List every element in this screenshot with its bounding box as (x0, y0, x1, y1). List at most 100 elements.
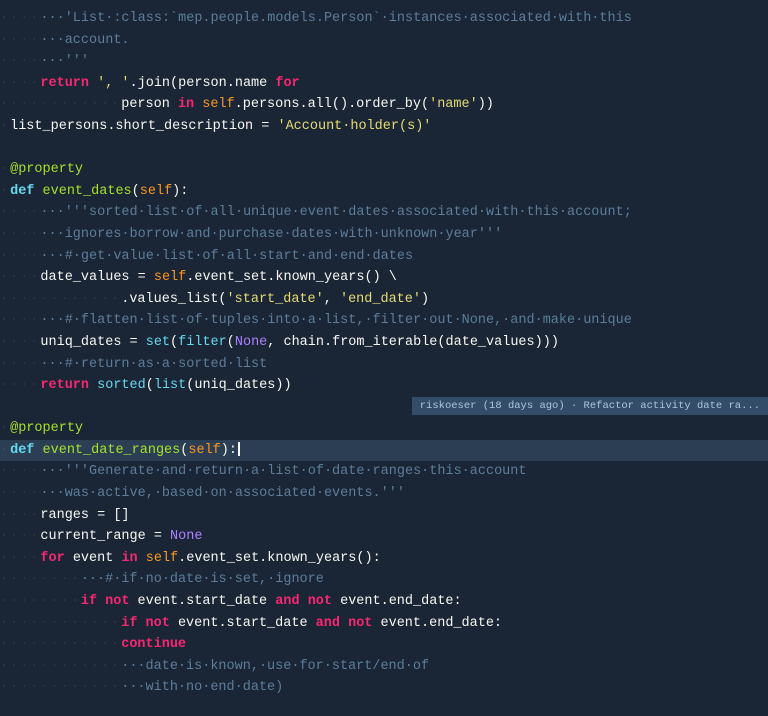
code-line: ···············date·is·known,·use·for·st… (0, 656, 768, 678)
token-plain: ( (146, 378, 154, 393)
code-line: ····uniq_dates = set(filter(None, chain.… (0, 332, 768, 354)
token-kw-not: not (308, 594, 332, 609)
code-line: ·@property (0, 159, 768, 181)
token-plain: = (121, 335, 145, 350)
token-kw-not: not (146, 616, 170, 631)
line-content: ·@property (0, 159, 768, 181)
token-plain: )) (478, 97, 494, 112)
token-plain: ): (172, 184, 188, 199)
code-line: ·······account. (0, 30, 768, 52)
line-content: ·······#·get·value·list·of·all·start·and… (0, 246, 768, 268)
line-content: ············person in self.persons.all()… (0, 94, 768, 116)
token-plain (340, 616, 348, 631)
line-content: ·······'''sorted·list·of·all·unique·even… (0, 202, 768, 224)
token-none-kw: None (170, 529, 202, 544)
line-content: ····date_values = self.event_set.known_y… (0, 267, 768, 289)
token-plain (137, 616, 145, 631)
token-plain: event.end_date: (332, 594, 462, 609)
line-content: ·def event_date_ranges(self): (0, 440, 768, 462)
token-string: ', ' (97, 76, 129, 91)
line-content: ············.values_list('start_date', '… (0, 289, 768, 311)
text-cursor (238, 442, 240, 456)
token-plain: .values_list( (121, 292, 226, 307)
token-plain: (uniq_dates)) (186, 378, 291, 393)
line-content: ·def event_dates(self): (0, 181, 768, 203)
token-plain: .name (227, 76, 276, 91)
code-line: riskoeser (18 days ago) · Refactor activ… (0, 397, 768, 419)
token-comment: ···with·no·end·date) (121, 680, 283, 695)
code-line: ············if not event.start_date and … (0, 613, 768, 635)
line-content: ·······#·flatten·list·of·tuples·into·a·l… (0, 310, 768, 332)
token-kw-return: return (40, 76, 89, 91)
token-plain (34, 443, 42, 458)
code-line: ············continue (0, 634, 768, 656)
token-variable: ranges (40, 508, 89, 523)
token-plain: .event_set.known_years() \ (186, 270, 397, 285)
code-line: ············.values_list('start_date', '… (0, 289, 768, 311)
line-content: ····for event in self.event_set.known_ye… (0, 548, 768, 570)
code-line: ·······'''sorted·list·of·all·unique·even… (0, 202, 768, 224)
code-line: ·list_persons.short_description = 'Accou… (0, 116, 768, 138)
line-content: ····return ', '.join(person.name for (0, 73, 768, 95)
code-line: ···········#·if·no·date·is·set,·ignore (0, 569, 768, 591)
token-variable: current_range (40, 529, 145, 544)
token-comment: ···#·return·as·a·sorted·list (40, 357, 267, 372)
code-editor: ·······'List·:class:`mep.people.models.P… (0, 0, 768, 716)
line-content: ·······was·active,·based·on·associated·e… (0, 483, 768, 505)
token-string: 'Account·holder(s)' (277, 119, 431, 134)
token-plain (170, 97, 178, 112)
token-variable: uniq_dates (40, 335, 121, 350)
token-kw-for: for (40, 551, 64, 566)
code-line: ····return sorted(list(uniq_dates)) (0, 375, 768, 397)
token-comment: ···#·if·no·date·is·set,·ignore (81, 572, 324, 587)
line-content: ·list_persons.short_description = 'Accou… (0, 116, 768, 138)
token-func-name: event_dates (43, 184, 132, 199)
token-self-kw: self (188, 443, 220, 458)
line-content: ···········#·if·no·date·is·set,·ignore (0, 569, 768, 591)
token-plain: ( (227, 335, 235, 350)
token-comment: ···'List·:class:`mep.people.models.Perso… (40, 11, 631, 26)
token-builtin: filter (178, 335, 227, 350)
code-line: ····for event in self.event_set.known_ye… (0, 548, 768, 570)
line-content: ····return sorted(list(uniq_dates)) (0, 375, 768, 397)
token-plain: = (146, 529, 170, 544)
token-decorator: @property (10, 162, 83, 177)
token-kw-not: not (348, 616, 372, 631)
line-content: ····uniq_dates = set(filter(None, chain.… (0, 332, 768, 354)
token-variable: person (121, 97, 170, 112)
token-plain: .event_set.known_years(): (178, 551, 381, 566)
token-kw-for: for (275, 76, 299, 91)
token-variable: person (178, 76, 227, 91)
code-line: ·······#·return·as·a·sorted·list (0, 354, 768, 376)
token-kw-return: return (40, 378, 89, 393)
token-comment: ···was·active,·based·on·associated·event… (40, 486, 405, 501)
token-builtin: list (154, 378, 186, 393)
token-plain: = [] (89, 508, 130, 523)
token-plain: .short_description = (107, 119, 277, 134)
code-line: ····ranges = [] (0, 505, 768, 527)
line-content: ····ranges = [] (0, 505, 768, 527)
token-self-kw: self (202, 97, 234, 112)
token-kw-if: if (81, 594, 97, 609)
token-comment: ···''' (40, 54, 89, 69)
code-line: ·def event_dates(self): (0, 181, 768, 203)
code-line: ·······#·flatten·list·of·tuples·into·a·l… (0, 310, 768, 332)
token-self-kw: self (154, 270, 186, 285)
code-line: ········if not event.start_date and not … (0, 591, 768, 613)
token-comment: ···account. (40, 33, 129, 48)
token-plain (34, 184, 42, 199)
line-content: ···············with·no·end·date) (0, 677, 768, 699)
token-self-kw: self (146, 551, 178, 566)
token-plain: ( (170, 335, 178, 350)
code-line: ·def event_date_ranges(self): (0, 440, 768, 462)
code-line (0, 138, 768, 160)
line-content: ·······#·return·as·a·sorted·list (0, 354, 768, 376)
token-comment: ···#·flatten·list·of·tuples·into·a·list,… (40, 313, 631, 328)
token-plain: .persons.all().order_by( (235, 97, 429, 112)
code-line: ····date_values = self.event_set.known_y… (0, 267, 768, 289)
token-variable: list_persons (10, 119, 107, 134)
token-kw-in: in (178, 97, 194, 112)
token-plain: .join( (130, 76, 179, 91)
code-line: ···············with·no·end·date) (0, 677, 768, 699)
line-content: ·······account. (0, 30, 768, 52)
